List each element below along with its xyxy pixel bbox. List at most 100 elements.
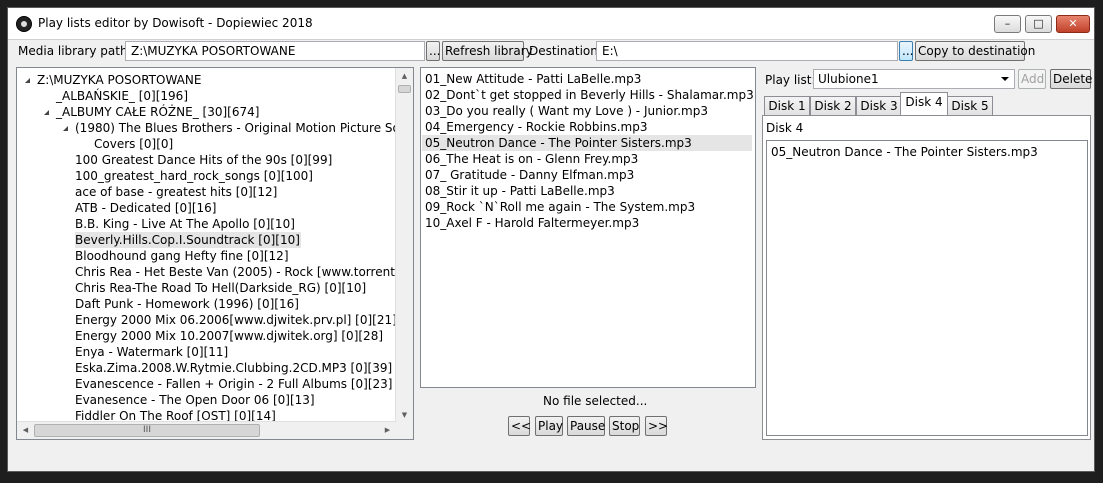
tree-item-label: _ALBAŃSKIE_ [0][196] xyxy=(56,89,188,103)
tree-item[interactable]: Energy 2000 Mix 10.2007[www.djwitek.org]… xyxy=(75,328,383,344)
tree-item-label: Energy 2000 Mix 06.2006[www.djwitek.prv.… xyxy=(75,313,397,327)
tree-item-label: Chris Rea-The Road To Hell(Darkside_RG) … xyxy=(75,281,367,295)
destination-path-input[interactable]: E:\ xyxy=(596,41,898,61)
play-button[interactable]: Play xyxy=(535,416,563,436)
library-tree[interactable]: Z:\MUZYKA POSORTOWANE _ALBAŃSKIE_ [0][196… xyxy=(16,67,414,440)
tree-item[interactable]: Daft Punk - Homework (1996) [0][16] xyxy=(75,296,299,312)
tree-item[interactable]: ATB - Dedicated [0][16] xyxy=(75,200,216,216)
file-list-item[interactable]: 06_The Heat is on - Glenn Frey.mp3 xyxy=(422,151,752,167)
tree-item[interactable]: B.B. King - Live At The Apollo [0][10] xyxy=(75,216,295,232)
tree-item-label: (1980) The Blues Brothers - Original Mot… xyxy=(75,121,413,135)
file-list-item-label: 06_The Heat is on - Glenn Frey.mp3 xyxy=(425,152,639,166)
close-button[interactable]: ✕ xyxy=(1056,15,1090,33)
add-playlist-button[interactable]: Add xyxy=(1018,69,1046,89)
expand-arrow-icon[interactable] xyxy=(44,110,49,115)
tree-item-label: Energy 2000 Mix 10.2007[www.djwitek.org]… xyxy=(75,329,384,343)
tree-item[interactable]: Covers [0][0] xyxy=(94,136,173,152)
chevron-down-icon xyxy=(1001,77,1009,81)
tree-item[interactable]: (1980) The Blues Brothers - Original Mot… xyxy=(75,120,413,136)
app-disc-icon xyxy=(16,16,32,32)
tree-item[interactable]: Bloodhound gang Hefty fine [0][12] xyxy=(75,248,289,264)
tree-item[interactable]: Enya - Watermark [0][11] xyxy=(75,344,228,360)
tree-item-label: Covers [0][0] xyxy=(94,137,174,151)
tree-item[interactable]: 100 Greatest Dance Hits of the 90s [0][9… xyxy=(75,152,332,168)
playlist-select[interactable]: Ulubione1 xyxy=(813,69,1015,89)
copy-to-destination-button[interactable]: Copy to destination xyxy=(915,41,1035,61)
file-list-item[interactable]: 08_Stir it up - Patti LaBelle.mp3 xyxy=(422,183,752,199)
tree-item[interactable]: ace of base - greatest hits [0][12] xyxy=(75,184,277,200)
tree-item[interactable]: Eska.Zima.2008.W.Rytmie.Clubbing.2CD.MP3… xyxy=(75,360,392,376)
destination-label: Destination: xyxy=(529,44,602,58)
file-list-item[interactable]: 03_Do you really ( Want my Love ) - Juni… xyxy=(422,103,752,119)
disk-tab-page: Disk 4 05_Neutron Dance - The Pointer Si… xyxy=(762,115,1091,440)
file-list-item[interactable]: 10_Axel F - Harold Faltermeyer.mp3 xyxy=(422,215,752,231)
tree-item[interactable]: 100_greatest_hard_rock_songs [0][100] xyxy=(75,168,313,184)
tree-hscroll-thumb[interactable]: III xyxy=(34,424,260,437)
stop-button[interactable]: Stop xyxy=(609,416,640,436)
next-track-button[interactable]: >> xyxy=(645,416,668,436)
file-list-item-label: 10_Axel F - Harold Faltermeyer.mp3 xyxy=(425,216,640,230)
scroll-left-arrow-icon[interactable]: ◀ xyxy=(17,422,34,439)
maximize-button[interactable]: □ xyxy=(1025,15,1052,33)
tree-item[interactable]: Energy 2000 Mix 06.2006[www.djwitek.prv.… xyxy=(75,312,397,328)
tree-vertical-scrollbar[interactable]: ▲ ▼ xyxy=(395,68,413,424)
file-list-item-label: 08_Stir it up - Patti LaBelle.mp3 xyxy=(425,184,615,198)
file-list-item-label: 04_Emergency - Rockie Robbins.mp3 xyxy=(425,120,648,134)
tree-item-label: Daft Punk - Homework (1996) [0][16] xyxy=(75,297,299,311)
tree-item[interactable]: _ALBUMY CAŁE RÓŻNE_ [30][674] xyxy=(56,104,259,120)
scroll-right-arrow-icon[interactable]: ▶ xyxy=(379,422,396,439)
tree-vscroll-thumb[interactable] xyxy=(398,85,411,93)
title-bar[interactable]: Play lists editor by Dowisoft - Dopiewie… xyxy=(8,8,1094,40)
tree-item-label: Chris Rea - Het Beste Van (2005) - Rock … xyxy=(75,265,413,279)
tree-item[interactable]: Chris Rea - Het Beste Van (2005) - Rock … xyxy=(75,264,413,280)
media-library-path-input[interactable]: Z:\MUZYKA POSORTOWANE xyxy=(125,41,425,61)
file-list-item[interactable]: 04_Emergency - Rockie Robbins.mp3 xyxy=(422,119,752,135)
tree-item[interactable]: Evanesence - The Open Door 06 [0][13] xyxy=(75,392,315,408)
destination-browse-button[interactable]: ... xyxy=(899,41,913,61)
file-list-item-label: 02_Dont`t get stopped in Beverly Hills -… xyxy=(425,88,754,102)
tree-item-label: 100_greatest_hard_rock_songs [0][100] xyxy=(75,169,313,183)
disk-tab-strip: Disk 1 Disk 2 Disk 3 Disk 4 Disk 5 xyxy=(762,92,1092,116)
tree-item[interactable]: Beverly.Hills.Cop.I.Soundtrack [0][10] xyxy=(75,232,301,248)
tab-disk-4[interactable]: Disk 4 xyxy=(900,92,948,115)
file-list-item[interactable]: 02_Dont`t get stopped in Beverly Hills -… xyxy=(422,87,754,103)
tree-item[interactable]: Z:\MUZYKA POSORTOWANE xyxy=(37,72,201,88)
file-list[interactable]: 01_New Attitude - Patti LaBelle.mp3 02_Do… xyxy=(420,67,756,388)
file-list-item[interactable]: 07_ Gratitude - Danny Elfman.mp3 xyxy=(422,167,752,183)
tree-item-label: Eska.Zima.2008.W.Rytmie.Clubbing.2CD.MP3… xyxy=(75,361,393,375)
tree-item-label: Bloodhound gang Hefty fine [0][12] xyxy=(75,249,289,263)
tree-item-label: ATB - Dedicated [0][16] xyxy=(75,201,217,215)
file-list-item[interactable]: 01_New Attitude - Patti LaBelle.mp3 xyxy=(422,71,752,87)
tree-item[interactable]: Evanescence - Fallen + Origin - 2 Full A… xyxy=(75,376,392,392)
delete-playlist-button[interactable]: Delete xyxy=(1050,69,1092,89)
tree-item-label: Beverly.Hills.Cop.I.Soundtrack [0][10] xyxy=(75,233,300,247)
tree-item-label: Evanescence - Fallen + Origin - 2 Full A… xyxy=(75,377,393,391)
tree-item-label: ace of base - greatest hits [0][12] xyxy=(75,185,278,199)
tree-horizontal-scrollbar[interactable]: ◀ III ▶ xyxy=(17,421,396,439)
tab-disk-1[interactable]: Disk 1 xyxy=(764,96,810,116)
disk-list-item-label: 05_Neutron Dance - The Pointer Sisters.m… xyxy=(771,145,1038,159)
refresh-library-button[interactable]: Refresh library xyxy=(442,41,533,61)
file-list-item-label: 09_Rock `N`Roll me again - The System.mp… xyxy=(425,200,696,214)
disk-file-list[interactable]: 05_Neutron Dance - The Pointer Sisters.m… xyxy=(766,140,1088,436)
tree-item[interactable]: _ALBAŃSKIE_ [0][196] xyxy=(56,88,188,104)
app-window: Play lists editor by Dowisoft - Dopiewie… xyxy=(7,7,1095,472)
file-list-item[interactable]: 05_Neutron Dance - The Pointer Sisters.m… xyxy=(422,135,752,151)
pause-button[interactable]: Pause xyxy=(567,416,605,436)
tab-disk-2[interactable]: Disk 2 xyxy=(810,96,856,116)
expand-arrow-icon[interactable] xyxy=(63,126,68,131)
expand-arrow-icon[interactable] xyxy=(25,78,30,83)
file-list-item[interactable]: 09_Rock `N`Roll me again - The System.mp… xyxy=(422,199,752,215)
media-browse-button[interactable]: ... xyxy=(426,41,440,61)
previous-track-button[interactable]: << xyxy=(508,416,531,436)
media-library-label: Media library path: xyxy=(18,44,132,58)
tab-disk-5[interactable]: Disk 5 xyxy=(947,96,993,116)
minimize-button[interactable]: – xyxy=(994,15,1021,33)
tab-disk-3[interactable]: Disk 3 xyxy=(856,96,902,116)
desktop-right-edge xyxy=(1095,0,1103,483)
disk-list-item[interactable]: 05_Neutron Dance - The Pointer Sisters.m… xyxy=(768,144,1038,160)
tree-item-label: Evanesence - The Open Door 06 [0][13] xyxy=(75,393,315,407)
scroll-up-arrow-icon[interactable]: ▲ xyxy=(396,68,413,85)
tree-item-label: 100 Greatest Dance Hits of the 90s [0][9… xyxy=(75,153,333,167)
tree-item[interactable]: Chris Rea-The Road To Hell(Darkside_RG) … xyxy=(75,280,366,296)
